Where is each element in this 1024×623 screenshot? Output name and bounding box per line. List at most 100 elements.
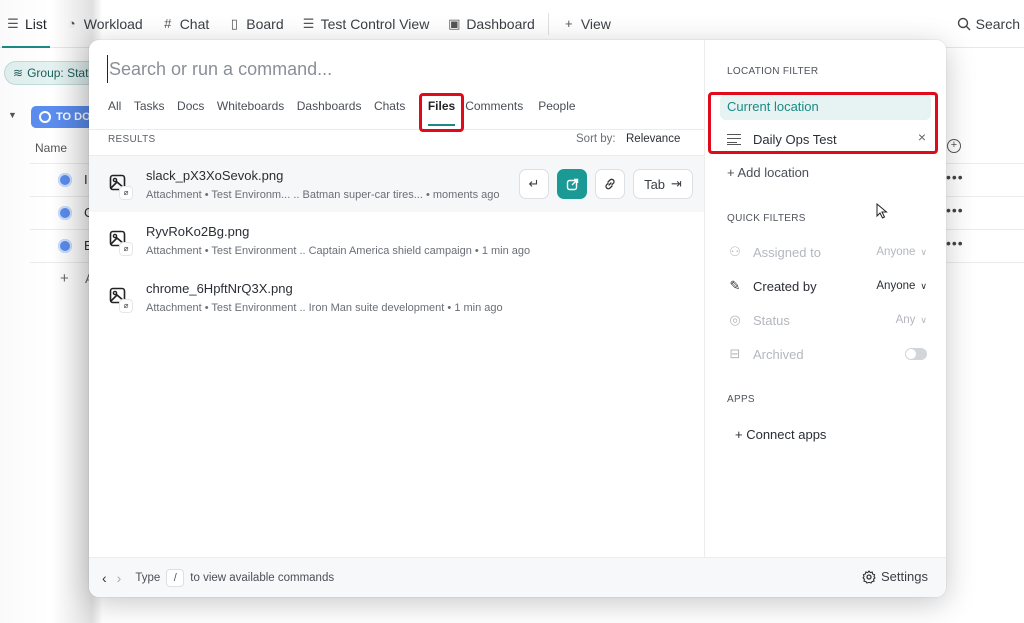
enter-button[interactable]: ↵ — [519, 169, 549, 199]
search-button[interactable]: Search — [957, 0, 1020, 48]
sort-by-dropdown[interactable]: Relevance — [626, 133, 680, 145]
command-palette: All Tasks Docs Whiteboards Dashboards Ch… — [89, 40, 946, 597]
location-filter-heading: LOCATION FILTER — [727, 66, 819, 77]
board-icon: ▯ — [230, 15, 238, 31]
filter-value-dropdown[interactable]: Anyone ∨ — [876, 280, 927, 292]
result-meta: Attachment • Test Environment .. Iron Ma… — [146, 302, 503, 314]
add-view-label: View — [580, 15, 611, 32]
chevron-down-icon: ∨ — [920, 246, 927, 257]
filter-value-dropdown[interactable]: Anyone ∨ — [876, 246, 927, 258]
status-dot-icon[interactable] — [58, 239, 72, 253]
tab-dashboards[interactable]: Dashboards — [297, 92, 362, 130]
tab-comments[interactable]: Comments — [465, 92, 523, 130]
filter-label: Created by — [753, 278, 817, 294]
attachment-icon: ⌀ — [120, 300, 132, 312]
view-tab-label: Dashboard — [466, 15, 535, 32]
mouse-cursor-icon — [876, 203, 888, 219]
tab-whiteboards[interactable]: Whiteboards — [217, 92, 284, 130]
view-tab-label: Board — [246, 15, 284, 32]
slash-key: / — [166, 568, 185, 587]
search-label: Search — [975, 16, 1020, 32]
user-edit-icon: ✎ — [729, 278, 741, 293]
copy-link-button[interactable] — [595, 169, 625, 199]
view-tab-label: Test Control View — [320, 15, 430, 32]
enter-icon: ↵ — [528, 176, 540, 191]
external-link-icon — [566, 178, 578, 190]
forward-arrow-icon[interactable]: › — [117, 570, 122, 586]
hint-text: to view available commands — [190, 571, 335, 584]
list-icon: ☰ — [302, 15, 315, 31]
filter-assigned-to[interactable]: ⚇ Assigned to Anyone ∨ — [727, 241, 927, 263]
more-icon[interactable]: ••• — [946, 235, 964, 251]
add-column-icon[interactable]: + — [947, 139, 961, 153]
result-meta: Attachment • Test Environm... .. Batman … — [146, 189, 500, 201]
attachment-icon: ⌀ — [120, 243, 132, 255]
view-tab-label: Workload — [83, 15, 143, 32]
quick-filters-heading: QUICK FILTERS — [727, 213, 806, 224]
filter-value-dropdown[interactable]: Any ∨ — [896, 314, 927, 326]
tab-chats[interactable]: Chats — [374, 92, 405, 130]
tab-files[interactable]: Files — [418, 92, 465, 132]
result-name: chrome_6HpftNrQ3X.png — [146, 281, 293, 296]
plus-icon: + — [60, 270, 69, 287]
more-icon[interactable]: ••• — [946, 169, 964, 185]
open-new-tab-button[interactable] — [557, 169, 587, 199]
connect-apps-button[interactable]: + Connect apps — [735, 427, 826, 442]
palette-main: All Tasks Docs Whiteboards Dashboards Ch… — [89, 40, 704, 557]
filter-value: Anyone — [876, 246, 916, 258]
result-item[interactable]: ⌀ slack_pX3XoSevok.png Attachment • Test… — [89, 156, 704, 212]
results-label: RESULTS — [108, 134, 156, 145]
palette-footer: ‹ › Type / to view available commands Sett… — [89, 557, 946, 597]
dashboard-icon: ▣ — [448, 15, 461, 31]
highlight-box — [708, 92, 938, 154]
view-tab-list[interactable]: ☰ List — [0, 0, 56, 48]
layers-icon: ≋ — [13, 66, 24, 80]
divider — [547, 12, 549, 35]
chevron-down-icon: ∨ — [920, 314, 927, 325]
back-arrow-icon[interactable]: ‹ — [102, 570, 107, 586]
tab-arrow-icon: ⇥ — [671, 176, 682, 191]
column-header-name[interactable]: Name — [35, 141, 67, 155]
footer-hint: Type / to view available commands — [135, 568, 335, 587]
search-category-tabs: All Tasks Docs Whiteboards Dashboards Ch… — [89, 92, 704, 132]
collapse-caret-icon[interactable]: ▼ — [8, 110, 17, 120]
users-icon: ⚇ — [729, 244, 741, 259]
settings-button[interactable]: Settings — [862, 569, 928, 584]
filter-created-by[interactable]: ✎ Created by Anyone ∨ — [727, 275, 927, 297]
result-item[interactable]: ⌀ chrome_6HpftNrQ3X.png Attachment • Tes… — [89, 269, 704, 325]
status-icon: ◎ — [729, 312, 741, 327]
workload-icon: ◔ — [67, 16, 76, 31]
tab-tasks[interactable]: Tasks — [134, 92, 165, 130]
list-icon: ☰ — [7, 15, 19, 31]
add-location-button[interactable]: + Add location — [727, 165, 809, 180]
status-dot-icon[interactable] — [58, 173, 72, 187]
tab-key-label: Tab — [644, 176, 666, 192]
result-actions: ↵ Tab ⇥ — [519, 169, 693, 199]
link-icon — [605, 178, 615, 190]
result-name: RyvRoKo2Bg.png — [146, 224, 250, 239]
sort-by-label: Sort by: — [576, 133, 616, 145]
gear-icon — [862, 569, 876, 584]
status-ring-icon — [39, 111, 51, 123]
results-header: RESULTS Sort by: Relevance — [89, 130, 704, 156]
archived-toggle[interactable] — [905, 348, 927, 360]
type-label: Type — [135, 571, 161, 584]
filter-label: Archived — [753, 346, 804, 362]
tab-key-button[interactable]: Tab ⇥ — [633, 169, 693, 199]
more-icon[interactable]: ••• — [946, 202, 964, 218]
status-dot-icon[interactable] — [58, 206, 72, 220]
attachment-icon: ⌀ — [120, 187, 132, 199]
command-search-input[interactable] — [107, 55, 667, 83]
chevron-down-icon: ∨ — [920, 280, 927, 291]
tab-people[interactable]: People — [538, 92, 575, 130]
status-label: TO DO — [56, 111, 91, 123]
result-meta: Attachment • Test Environment .. Captain… — [146, 245, 531, 257]
tab-docs[interactable]: Docs — [177, 92, 204, 130]
filter-value: Anyone — [876, 280, 916, 292]
filter-archived[interactable]: ⊟ Archived — [727, 343, 927, 365]
result-item[interactable]: ⌀ RyvRoKo2Bg.png Attachment • Test Envir… — [89, 212, 704, 268]
plus-icon: + — [565, 16, 573, 31]
filter-status[interactable]: ◎ Status Any ∨ — [727, 309, 927, 331]
filter-label: Status — [753, 312, 790, 328]
tab-all[interactable]: All — [108, 92, 121, 130]
